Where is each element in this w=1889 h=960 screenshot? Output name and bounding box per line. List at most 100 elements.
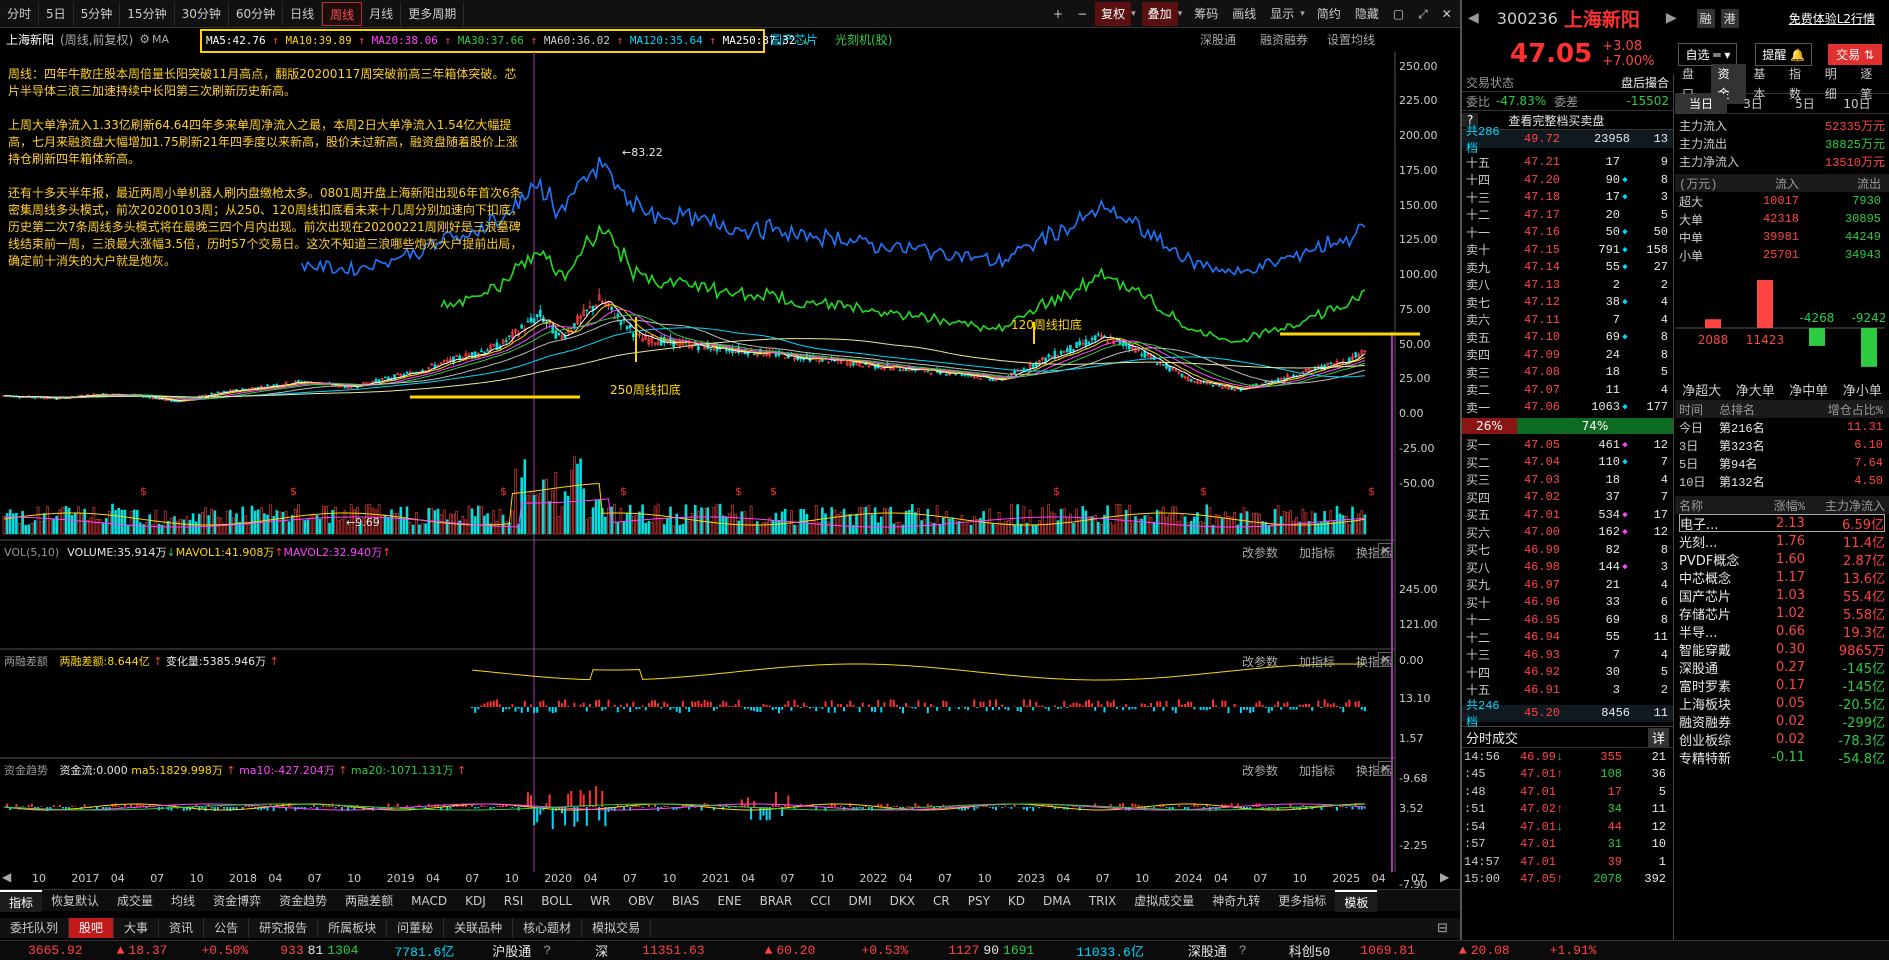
bid-row[interactable]: 买七46.9982◆8 bbox=[1466, 541, 1669, 559]
indicator-tab-20[interactable]: PSY bbox=[959, 890, 999, 912]
indicator-tab-4[interactable]: 资金博弈 bbox=[204, 890, 270, 912]
sub-link-0[interactable]: 改参数 bbox=[1242, 544, 1278, 561]
tool-button-3[interactable]: 叠加 bbox=[1141, 2, 1178, 26]
bid-row[interactable]: 买八 46.98 144 ◆ 3 bbox=[1466, 559, 1669, 577]
ask-row[interactable]: 卖十 47.15 791 ◆ 158 bbox=[1466, 241, 1669, 259]
ask-row[interactable]: 十二47.1720◆5 bbox=[1466, 206, 1669, 224]
period-button-7[interactable]: 周线 bbox=[322, 1, 363, 26]
indicator-tab-1[interactable]: 恢复默认 bbox=[42, 890, 108, 912]
ask-row[interactable]: 卖一 47.06 1063 ◆ 177 bbox=[1466, 399, 1669, 417]
indicator-tab-23[interactable]: TRIX bbox=[1080, 890, 1125, 912]
indicator-tab-6[interactable]: 两融差额 bbox=[336, 890, 402, 912]
period-button-5[interactable]: 60分钟 bbox=[229, 1, 284, 26]
alert-button[interactable]: 提醒 🔔 bbox=[1755, 42, 1813, 66]
indicator-tab-9[interactable]: RSI bbox=[495, 890, 533, 912]
ask-row[interactable]: 卖六47.117◆4 bbox=[1466, 311, 1669, 329]
indicator-tab-5[interactable]: 资金趋势 bbox=[270, 890, 336, 912]
close-icon[interactable]: ✕ bbox=[1378, 543, 1394, 558]
indicator-tab-13[interactable]: BIAS bbox=[663, 890, 709, 912]
sub-link-1[interactable]: 加指标 bbox=[1299, 762, 1335, 779]
day-tab-0[interactable]: 当日 bbox=[1675, 93, 1727, 114]
sector-row[interactable]: 半导... 0.66 19.3亿 bbox=[1679, 622, 1885, 641]
trade-button[interactable]: 交易 ⇅ bbox=[1828, 43, 1883, 65]
indicator-tab-15[interactable]: BRAR bbox=[751, 890, 802, 912]
indicator-tab-8[interactable]: KDJ bbox=[456, 890, 495, 912]
sub-link-1[interactable]: 加指标 bbox=[1299, 653, 1335, 670]
fullscreen-icon[interactable]: ⤢ bbox=[1412, 2, 1434, 26]
indicator-tab-24[interactable]: 虚拟成交量 bbox=[1125, 890, 1203, 912]
watchlist-button[interactable]: 自选 ═ ▾ bbox=[1678, 42, 1738, 66]
period-button-4[interactable]: 30分钟 bbox=[175, 1, 229, 26]
next-stock-icon[interactable]: ▶ bbox=[1666, 10, 1677, 26]
info-tab-1[interactable]: 股吧 bbox=[69, 918, 115, 938]
sector-row[interactable]: 富时罗素 0.17 -145亿 bbox=[1679, 676, 1885, 695]
ask-row[interactable]: 卖七 47.12 38 ◆ 4 bbox=[1466, 294, 1669, 312]
indicator-tab-27[interactable]: 模板 bbox=[1335, 889, 1378, 912]
indicator-tab-22[interactable]: DMA bbox=[1034, 890, 1080, 912]
tool-button-5[interactable]: 画线 bbox=[1226, 2, 1262, 26]
ask-row[interactable]: 卖二47.0711◆4 bbox=[1466, 381, 1669, 399]
indicator-tab-18[interactable]: DKX bbox=[881, 890, 924, 912]
close-icon[interactable]: ✕ bbox=[1378, 652, 1394, 667]
trades-detail-button[interactable]: 详 bbox=[1647, 727, 1669, 747]
info-tab-9[interactable]: 核心题材 bbox=[513, 918, 583, 938]
collapse-icon[interactable]: ⊟ bbox=[1437, 921, 1448, 936]
indicator-tab-0[interactable]: 指标 bbox=[0, 889, 43, 912]
period-button-6[interactable]: 日线 bbox=[283, 1, 323, 26]
info-tab-7[interactable]: 问董秘 bbox=[387, 918, 445, 938]
restore-icon[interactable]: ▢ bbox=[1387, 2, 1410, 26]
bid-row[interactable]: 买三47.0318◆4 bbox=[1466, 471, 1669, 489]
bid-row[interactable]: 买二 47.04 110 ◆ 7 bbox=[1466, 454, 1669, 472]
tool-button-0[interactable]: + bbox=[1047, 2, 1069, 26]
sector-row[interactable]: 创业板综 0.02 -78.3亿 bbox=[1679, 730, 1885, 749]
dropdown-icon[interactable]: ▾ bbox=[1131, 9, 1136, 19]
sector-row[interactable]: 中芯概念 1.17 13.6亿 bbox=[1679, 568, 1885, 587]
indicator-tab-26[interactable]: 更多指标 bbox=[1269, 890, 1335, 912]
link-sgt[interactable]: 深股通 bbox=[1200, 31, 1236, 48]
tool-button-8[interactable]: 隐藏 bbox=[1349, 2, 1385, 26]
indicator-tab-14[interactable]: ENE bbox=[708, 890, 750, 912]
day-tab-1[interactable]: 3日 bbox=[1727, 94, 1779, 114]
period-button-2[interactable]: 5分钟 bbox=[74, 1, 121, 26]
scroll-left-icon[interactable]: ◀ bbox=[2, 870, 11, 884]
gear-icon[interactable]: ⚙ bbox=[133, 32, 150, 46]
tool-button-4[interactable]: 筹码 bbox=[1188, 2, 1224, 26]
info-tab-0[interactable]: 委托队列 bbox=[0, 918, 70, 938]
link-ma-setting[interactable]: 设置均线 bbox=[1327, 31, 1375, 48]
ask-row[interactable]: 卖三47.0818◆5 bbox=[1466, 364, 1669, 382]
tool-button-7[interactable]: 简约 bbox=[1311, 2, 1347, 26]
sgt-label[interactable]: 深股通 bbox=[1188, 941, 1227, 960]
info-tab-4[interactable]: 公告 bbox=[204, 918, 250, 938]
period-button-0[interactable]: 分时 bbox=[0, 1, 40, 26]
indicator-tab-3[interactable]: 均线 bbox=[162, 890, 204, 912]
tool-button-1[interactable]: − bbox=[1071, 2, 1093, 26]
bid-row[interactable]: 买四47.0237◆7 bbox=[1466, 489, 1669, 507]
ask-row[interactable]: 卖八47.132◆2 bbox=[1466, 276, 1669, 294]
sector-row[interactable]: 融资融券 0.02 -299亿 bbox=[1679, 712, 1885, 731]
period-button-1[interactable]: 5日 bbox=[39, 1, 74, 26]
sector-row[interactable]: 智能穿戴 0.30 9865万 bbox=[1679, 640, 1885, 659]
sector-row[interactable]: 电子... 2.13 6.59亿 bbox=[1679, 514, 1885, 533]
bid-row[interactable]: 买九46.9721◆4 bbox=[1466, 576, 1669, 594]
sub-link-0[interactable]: 改参数 bbox=[1242, 762, 1278, 779]
tool-button-6[interactable]: 显示 bbox=[1264, 2, 1300, 26]
day-tab-3[interactable]: 10日 bbox=[1831, 94, 1883, 114]
hgt-label[interactable]: 沪股通 bbox=[492, 941, 531, 960]
ask-row[interactable]: 十一 47.16 50 ◆ 50 bbox=[1466, 224, 1669, 242]
indicator-tab-25[interactable]: 神奇九转 bbox=[1203, 890, 1269, 912]
bid-row[interactable]: 十三46.937◆4 bbox=[1466, 646, 1669, 664]
bid-row[interactable]: 买一 47.05 461 ◆ 12 bbox=[1466, 436, 1669, 454]
bid-row[interactable]: 买五 47.01 534 ◆ 17 bbox=[1466, 506, 1669, 524]
prev-stock-icon[interactable]: ◀ bbox=[1468, 10, 1479, 26]
help-icon[interactable]: ? bbox=[543, 943, 551, 958]
bid-row[interactable]: 十二46.9455◆11 bbox=[1466, 629, 1669, 647]
indicator-tab-16[interactable]: CCI bbox=[801, 890, 839, 912]
bid-row[interactable]: 十四46.9230◆5 bbox=[1466, 664, 1669, 682]
ask-row[interactable]: 卖九 47.14 55 ◆ 27 bbox=[1466, 259, 1669, 277]
ask-row[interactable]: 十五47.2117◆9 bbox=[1466, 154, 1669, 172]
period-button-3[interactable]: 15分钟 bbox=[120, 1, 175, 26]
info-tab-5[interactable]: 研究报告 bbox=[249, 918, 319, 938]
day-tab-2[interactable]: 5日 bbox=[1779, 94, 1831, 114]
indicator-tab-12[interactable]: OBV bbox=[619, 890, 663, 912]
bid-row[interactable]: 买十46.9633◆6 bbox=[1466, 594, 1669, 612]
